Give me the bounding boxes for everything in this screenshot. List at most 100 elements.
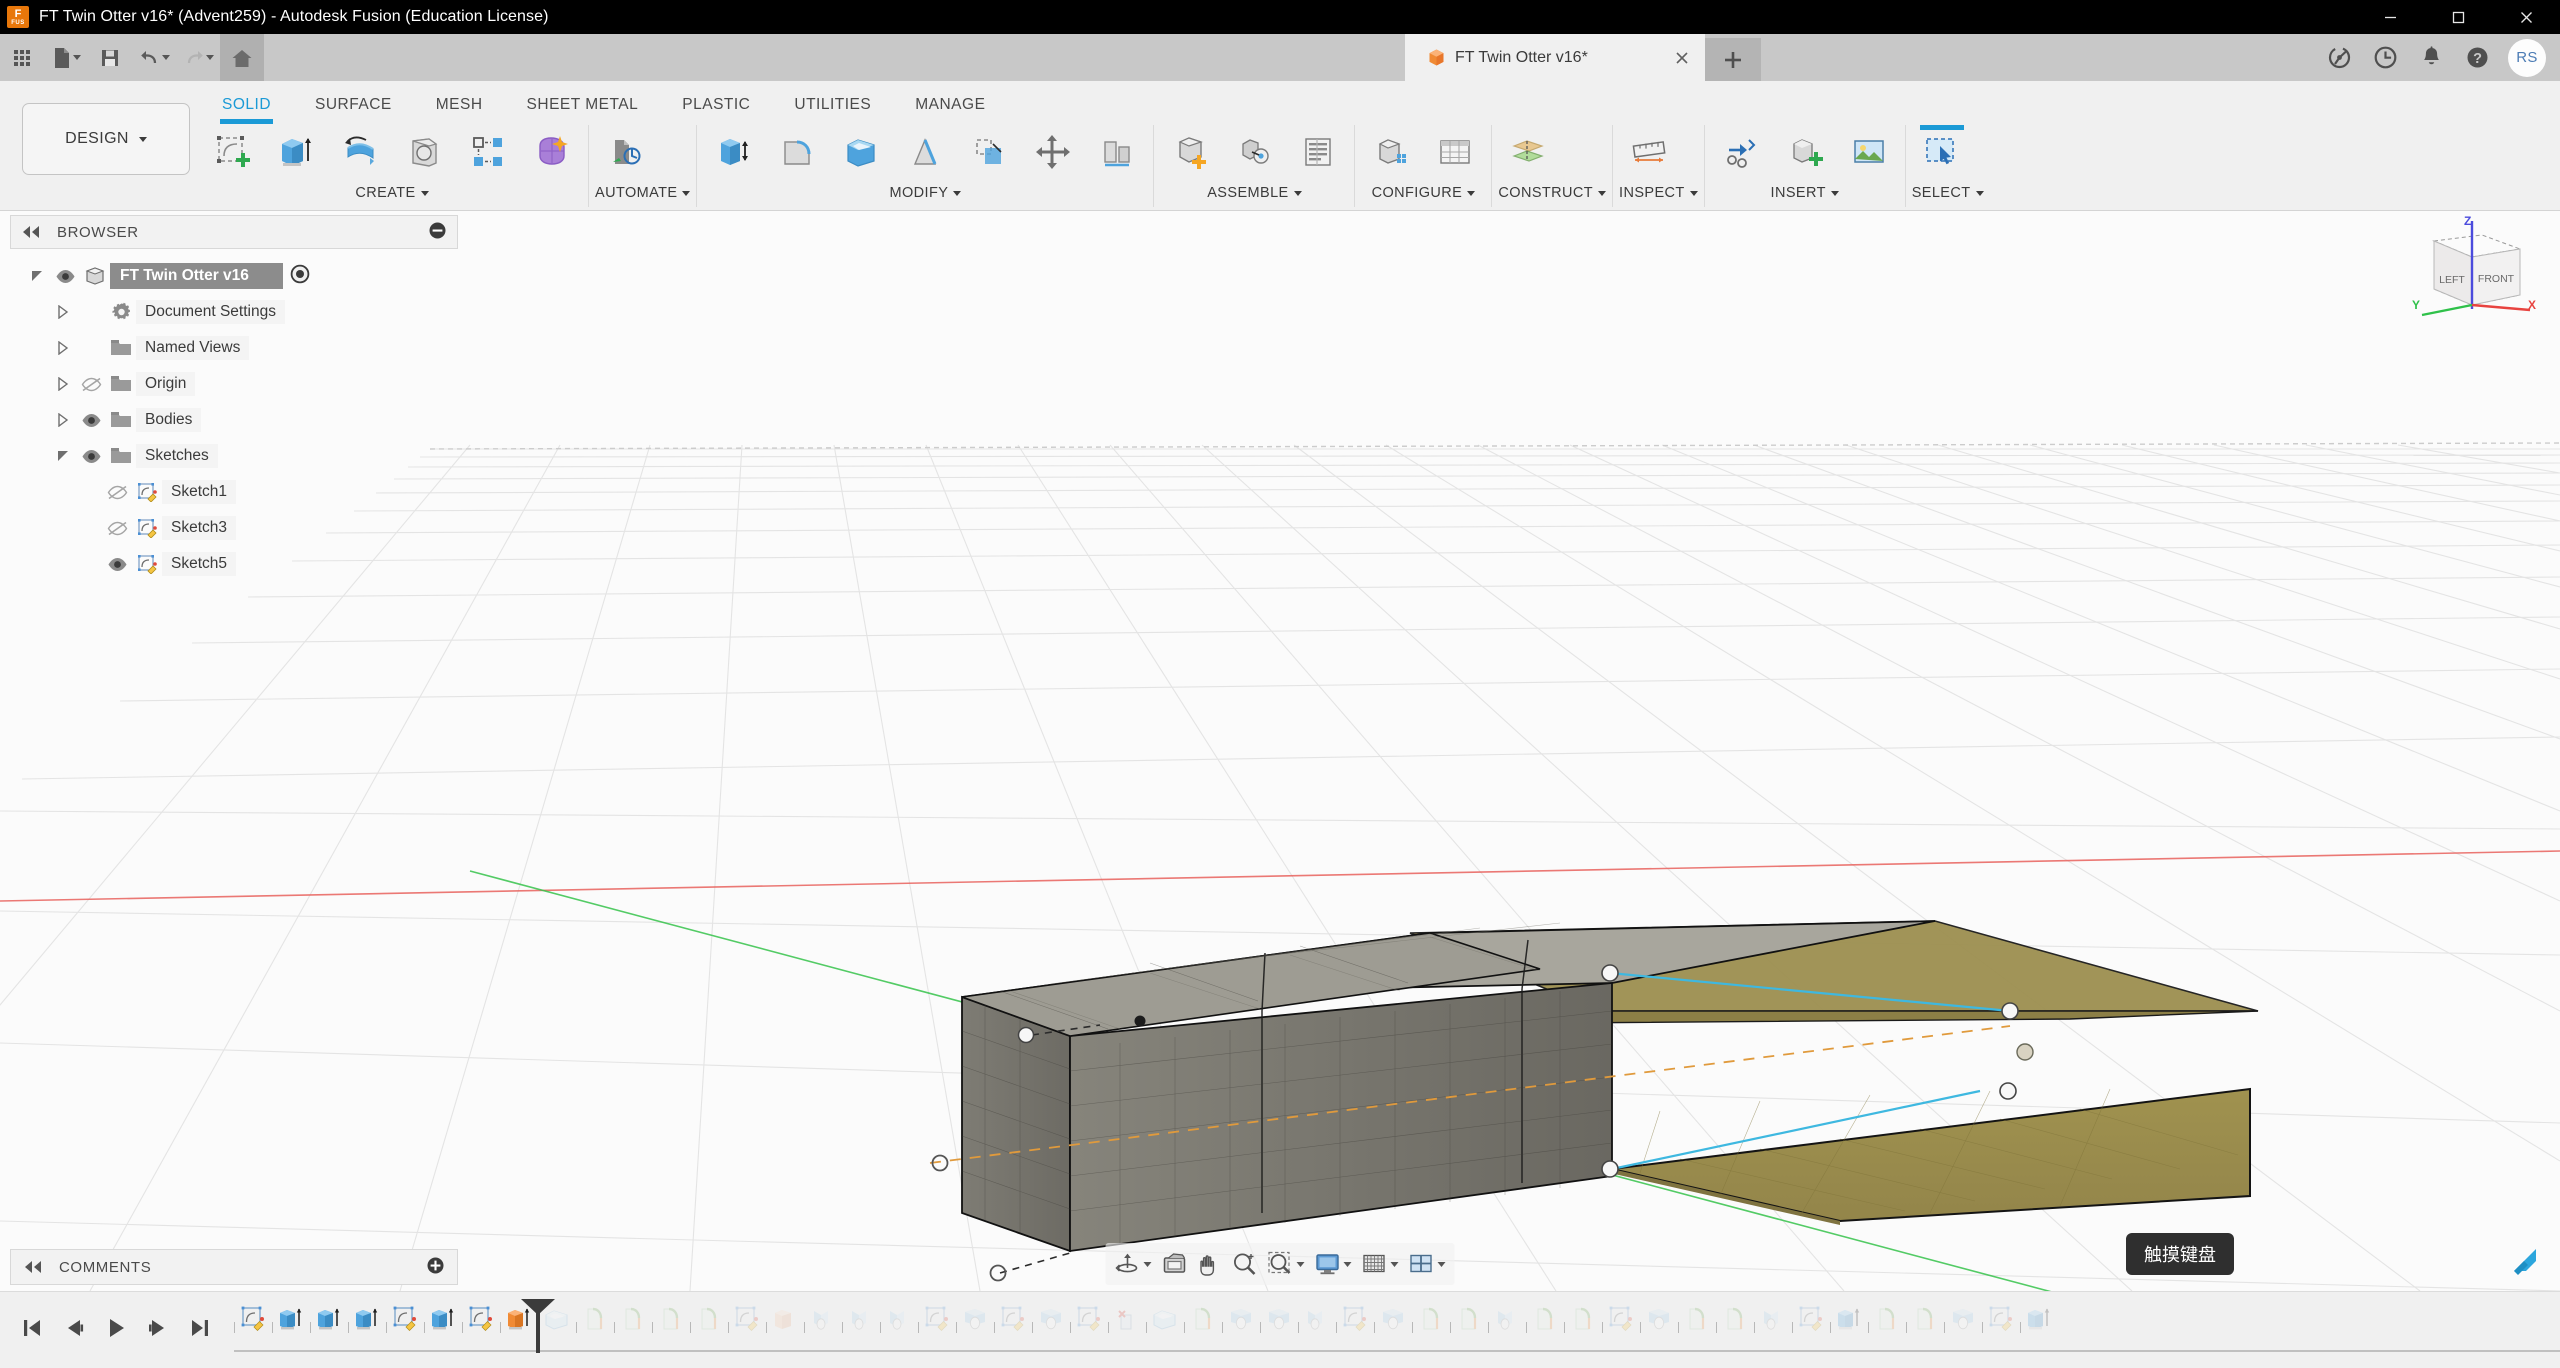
new-tab-button[interactable] — [1705, 38, 1761, 81]
close-window-button[interactable] — [2492, 0, 2560, 34]
offset-plane-button[interactable] — [1498, 127, 1558, 181]
panel-label[interactable]: MODIFY — [703, 181, 1147, 205]
insert-mcmaster-button[interactable] — [1775, 127, 1835, 181]
ribbon-tab-sheet-metal[interactable]: SHEET METAL — [505, 90, 661, 120]
timeline-track[interactable] — [234, 1299, 2560, 1361]
press-pull-button[interactable] — [703, 127, 763, 181]
draft-button[interactable] — [895, 127, 955, 181]
sweep-button[interactable] — [394, 127, 454, 181]
twisty-collapsed-icon[interactable] — [50, 377, 76, 391]
home-button[interactable] — [220, 34, 264, 81]
step-forward-button[interactable] — [138, 1307, 178, 1353]
browser-item-ft-twin-otter-v16[interactable]: FT Twin Otter v16 — [10, 258, 458, 294]
browser-item-origin[interactable]: Origin — [10, 366, 458, 402]
history-clock-icon[interactable] — [2362, 34, 2408, 81]
user-avatar[interactable]: RS — [2508, 38, 2546, 77]
twisty-collapsed-icon[interactable] — [50, 413, 76, 427]
visibility-eye-hidden-icon[interactable] — [102, 521, 132, 536]
pattern-button[interactable] — [458, 127, 518, 181]
new-document-button[interactable] — [44, 34, 88, 81]
measure-button[interactable] — [1619, 127, 1679, 181]
activate-component-radio[interactable] — [289, 263, 311, 289]
visibility-eye-icon[interactable] — [102, 557, 132, 572]
close-document-tab-button[interactable] — [1672, 48, 1692, 68]
new-component-button[interactable] — [1160, 127, 1220, 181]
look-at-button[interactable] — [1157, 1245, 1193, 1283]
notification-bell-icon[interactable] — [2408, 34, 2454, 81]
ribbon-tab-manage[interactable]: MANAGE — [893, 90, 1007, 120]
orbit-button[interactable] — [1110, 1245, 1157, 1283]
marker-menu-icon[interactable] — [2508, 1243, 2542, 1277]
view-cube[interactable]: LEFT FRONT Z Y X — [2408, 213, 2538, 323]
workspace-selector[interactable]: DESIGN — [22, 103, 190, 175]
ribbon-tab-surface[interactable]: SURFACE — [293, 90, 414, 120]
ribbon-tab-solid[interactable]: SOLID — [200, 90, 293, 124]
save-button[interactable] — [88, 34, 132, 81]
panel-label[interactable]: CONFIGURE — [1361, 181, 1485, 205]
plus-circle-icon[interactable] — [426, 1256, 445, 1279]
document-tab[interactable]: FT Twin Otter v16* — [1405, 34, 1705, 81]
extension-icon[interactable] — [2316, 34, 2362, 81]
panel-label[interactable]: CONSTRUCT — [1498, 181, 1607, 205]
go-to-beginning-button[interactable] — [12, 1307, 52, 1353]
insert-canvas-button[interactable] — [1839, 127, 1899, 181]
maximize-button[interactable] — [2424, 0, 2492, 34]
pan-button[interactable] — [1193, 1245, 1227, 1283]
comments-panel[interactable]: COMMENTS — [10, 1249, 458, 1285]
browser-item-bodies[interactable]: Bodies — [10, 402, 458, 438]
viewport-layout-button[interactable] — [1404, 1245, 1451, 1283]
select-button[interactable] — [1912, 125, 1972, 181]
assemble-list-button[interactable] — [1288, 127, 1348, 181]
browser-item-sketch1[interactable]: Sketch1 — [10, 474, 458, 510]
ribbon-tab-utilities[interactable]: UTILITIES — [772, 90, 893, 120]
configure-button[interactable] — [1361, 127, 1421, 181]
viewport[interactable]: BROWSER FT Twin Otter v16 Document Settin… — [0, 211, 2560, 1291]
grid-snap-button[interactable] — [1357, 1245, 1404, 1283]
extrude-button[interactable] — [266, 127, 326, 181]
twisty-collapsed-icon[interactable] — [50, 305, 76, 319]
visibility-eye-icon[interactable] — [76, 413, 106, 428]
help-icon[interactable]: ? — [2454, 34, 2500, 81]
browser-item-sketch5[interactable]: Sketch5 — [10, 546, 458, 582]
undo-button[interactable] — [132, 34, 176, 81]
form-button[interactable] — [522, 127, 582, 181]
align-button[interactable] — [1087, 127, 1147, 181]
panel-label[interactable]: CREATE — [202, 181, 582, 205]
move-copy-button[interactable] — [1023, 127, 1083, 181]
minimize-button[interactable] — [2356, 0, 2424, 34]
redo-button[interactable] — [176, 34, 220, 81]
panel-label[interactable]: ASSEMBLE — [1160, 181, 1348, 205]
panel-label[interactable]: SELECT — [1912, 181, 1984, 205]
insert-derive-button[interactable] — [1711, 127, 1771, 181]
minus-circle-icon[interactable] — [428, 221, 447, 244]
go-to-end-button[interactable] — [180, 1307, 220, 1353]
display-settings-button[interactable] — [1310, 1245, 1357, 1283]
visibility-eye-hidden-icon[interactable] — [76, 377, 106, 392]
zoom-window-button[interactable] — [1263, 1245, 1310, 1283]
ribbon-tab-plastic[interactable]: PLASTIC — [660, 90, 772, 120]
visibility-eye-icon[interactable] — [50, 269, 80, 284]
joint-button[interactable] — [1224, 127, 1284, 181]
twisty-collapsed-icon[interactable] — [50, 341, 76, 355]
revolve-button[interactable] — [330, 127, 390, 181]
configure-table-button[interactable] — [1425, 127, 1485, 181]
ribbon-tab-mesh[interactable]: MESH — [414, 90, 505, 120]
collapse-left-icon[interactable] — [23, 1260, 45, 1274]
automate-button[interactable] — [595, 127, 655, 181]
create-sketch-button[interactable] — [202, 127, 262, 181]
app-grid-button[interactable] — [0, 34, 44, 81]
browser-item-named-views[interactable]: Named Views — [10, 330, 458, 366]
panel-label[interactable]: AUTOMATE — [595, 181, 691, 205]
zoom-button[interactable] — [1227, 1245, 1263, 1283]
browser-item-sketches[interactable]: Sketches — [10, 438, 458, 474]
browser-item-sketch3[interactable]: Sketch3 — [10, 510, 458, 546]
collapse-left-icon[interactable] — [21, 225, 43, 239]
fillet-button[interactable] — [767, 127, 827, 181]
play-button[interactable] — [96, 1307, 136, 1353]
shell-button[interactable] — [831, 127, 891, 181]
twisty-expanded-icon[interactable] — [24, 269, 50, 283]
twisty-expanded-icon[interactable] — [50, 449, 76, 463]
panel-label[interactable]: INSERT — [1711, 181, 1899, 205]
scale-button[interactable] — [959, 127, 1019, 181]
browser-item-document-settings[interactable]: Document Settings — [10, 294, 458, 330]
